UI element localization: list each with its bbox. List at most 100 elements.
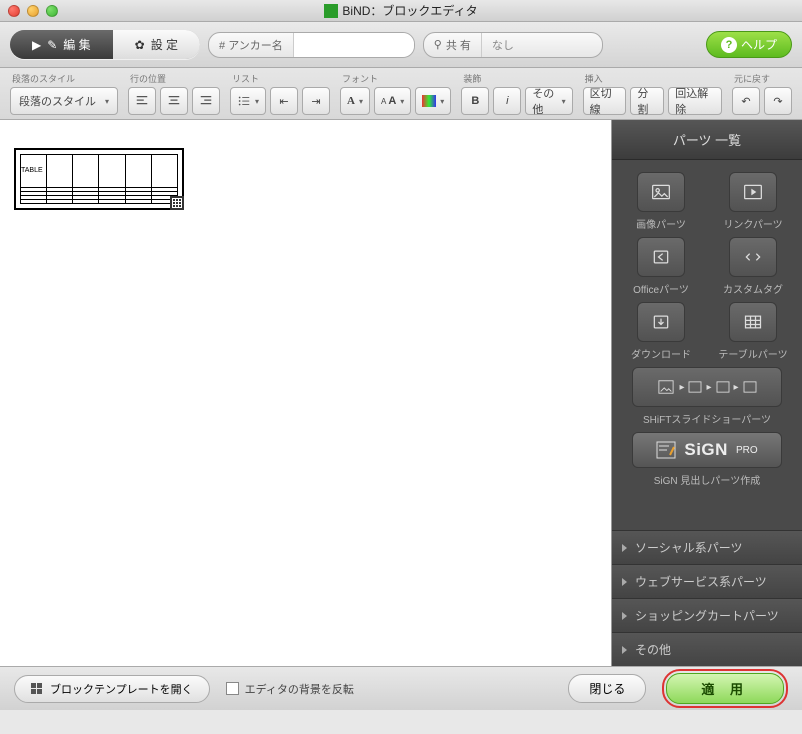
sign-brand: SiGN [684, 440, 728, 460]
accordion-social-label: ソーシャル系パーツ [635, 539, 743, 556]
decoration-other-label: その他 [532, 85, 557, 117]
insert-group: 挿入 区切線 分割 回込解除 [583, 72, 722, 113]
decoration-other-button[interactable]: その他 ▾ [525, 87, 572, 115]
minimize-window-button[interactable] [27, 5, 39, 17]
undo-group: 元に戻す ↶ ↷ [732, 72, 792, 113]
settings-tab-label: 設 定 [151, 36, 178, 53]
invert-bg-checkbox[interactable]: エディタの背景を反転 [226, 681, 354, 697]
font-group: フォント A▾ AA▾ ▾ [340, 72, 451, 113]
office-part-item: Officeパーツ [620, 237, 702, 296]
accordion-cart[interactable]: ショッピングカートパーツ [612, 598, 802, 632]
list-group: リスト ▾ ⇤ ⇥ [230, 72, 330, 113]
main-toolbar: ▶ ✎ 編 集 ✿ 設 定 # アンカー名 ⚲ 共 有 なし ? ヘルプ [0, 22, 802, 68]
zoom-window-button[interactable] [46, 5, 58, 17]
align-center-button[interactable] [160, 87, 188, 115]
table-preview: TABLE [20, 154, 178, 204]
close-window-button[interactable] [8, 5, 20, 17]
share-icon: ⚲ [434, 38, 442, 51]
image-part-button[interactable] [637, 172, 685, 212]
table-caption-cell: TABLE [21, 155, 47, 188]
parts-grid: 画像パーツ リンクパーツ Officeパーツ カスタムタグ ダウンロード テーブ [612, 160, 802, 499]
titlebar: BiND：ブロックエディタ [0, 0, 802, 22]
settings-tab[interactable]: ✿ 設 定 [113, 30, 200, 59]
shift-slideshow-label: SHiFTスライドショーパーツ [643, 411, 771, 426]
outdent-button[interactable]: ⇤ [270, 87, 298, 115]
anchor-field: # アンカー名 [208, 32, 415, 58]
apply-highlight: 適 用 [662, 669, 788, 708]
chevron-right-icon [622, 612, 627, 620]
separator-button[interactable]: 区切線 [583, 87, 627, 115]
paragraph-style-dropdown[interactable]: 段落のスタイル ▾ [10, 87, 118, 115]
editor-canvas[interactable]: TABLE [0, 120, 612, 666]
list-button[interactable]: ▾ [230, 87, 266, 115]
sidebar-header: パーツ 一覧 [612, 120, 802, 160]
accordion-web-label: ウェブサービス系パーツ [635, 573, 767, 590]
font-family-button[interactable]: A▾ [340, 87, 370, 115]
custom-tag-button[interactable] [729, 237, 777, 277]
share-label-text: 共 有 [446, 37, 471, 53]
undo-label: 元に戻す [732, 72, 792, 85]
chevron-right-icon [622, 646, 627, 654]
accordion-other-label: その他 [635, 641, 671, 658]
office-part-button[interactable] [637, 237, 685, 277]
redo-button[interactable]: ↷ [764, 87, 792, 115]
share-label: ⚲ 共 有 [424, 33, 482, 57]
help-icon: ? [721, 37, 737, 53]
help-label: ヘルプ [741, 36, 777, 53]
sign-part-button[interactable]: SiGN PRO [632, 432, 782, 468]
font-color-button[interactable]: ▾ [415, 87, 451, 115]
decoration-group: 装飾 B i その他 ▾ [461, 72, 572, 113]
font-size-button[interactable]: AA▾ [374, 87, 411, 115]
apply-button[interactable]: 適 用 [666, 673, 784, 704]
image-part-item: 画像パーツ [620, 172, 702, 231]
parts-sidebar: パーツ 一覧 画像パーツ リンクパーツ Officeパーツ カスタムタグ ダウン… [612, 120, 802, 666]
grid-icon [31, 683, 42, 694]
paragraph-style-group: 段落のスタイル 段落のスタイル ▾ [10, 72, 118, 113]
bold-button[interactable]: B [461, 87, 489, 115]
help-button[interactable]: ? ヘルプ [706, 31, 792, 58]
accordion-social[interactable]: ソーシャル系パーツ [612, 530, 802, 564]
italic-button[interactable]: i [493, 87, 521, 115]
resize-grip-icon[interactable] [170, 196, 184, 210]
anchor-label: # アンカー名 [209, 33, 294, 57]
paragraph-style-value: 段落のスタイル [19, 93, 96, 109]
download-part-label: ダウンロード [631, 346, 691, 361]
close-button[interactable]: 閉じる [568, 674, 646, 703]
align-right-button[interactable] [192, 87, 220, 115]
arrow-icon: ▸ [706, 382, 711, 393]
undo-button[interactable]: ↶ [732, 87, 760, 115]
accordion-web[interactable]: ウェブサービス系パーツ [612, 564, 802, 598]
unwrap-button[interactable]: 回込解除 [668, 87, 722, 115]
share-field[interactable]: ⚲ 共 有 なし [423, 32, 603, 58]
edit-tab[interactable]: ▶ ✎ 編 集 [10, 30, 113, 59]
chevron-right-icon [622, 578, 627, 586]
open-template-button[interactable]: ブロックテンプレートを開く [14, 675, 210, 703]
selected-table-block[interactable]: TABLE [14, 148, 184, 210]
shift-slideshow-item: ▸ ▸ ▸ SHiFTスライドショーパーツ [620, 367, 794, 426]
chevron-down-icon: ▾ [562, 97, 566, 106]
anchor-input[interactable] [294, 33, 414, 57]
download-part-item: ダウンロード [620, 302, 702, 361]
paragraph-style-label: 段落のスタイル [10, 72, 118, 85]
link-part-button[interactable] [729, 172, 777, 212]
window-title-text: BiND：ブロックエディタ [342, 2, 477, 19]
insert-label: 挿入 [583, 72, 722, 85]
indent-button[interactable]: ⇥ [302, 87, 330, 115]
download-part-button[interactable] [637, 302, 685, 342]
chevron-right-icon [622, 544, 627, 552]
split-button[interactable]: 分割 [630, 87, 664, 115]
table-part-label: テーブルパーツ [718, 346, 787, 361]
gear-icon: ✿ [135, 38, 145, 52]
chevron-down-icon: ▾ [440, 97, 444, 106]
align-left-button[interactable] [128, 87, 156, 115]
decoration-label: 装飾 [461, 72, 572, 85]
sidebar-accordion: ソーシャル系パーツ ウェブサービス系パーツ ショッピングカートパーツ その他 [612, 530, 802, 666]
app-icon [324, 4, 338, 18]
play-icon: ▶ [32, 38, 41, 52]
accordion-other[interactable]: その他 [612, 632, 802, 666]
table-part-button[interactable] [729, 302, 777, 342]
shift-slideshow-button[interactable]: ▸ ▸ ▸ [632, 367, 782, 407]
invert-bg-label: エディタの背景を反転 [245, 681, 354, 697]
table-part-item: テーブルパーツ [712, 302, 794, 361]
list-label: リスト [230, 72, 330, 85]
